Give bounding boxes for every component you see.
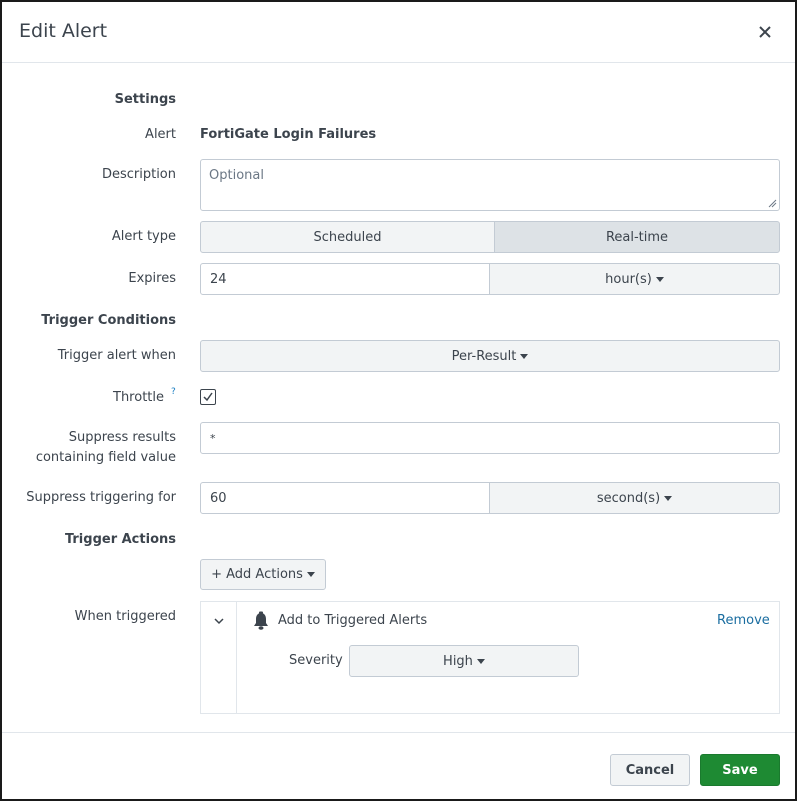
alert-name: FortiGate Login Failures	[200, 127, 377, 142]
alert-label: Alert	[145, 127, 176, 142]
resize-grip-icon[interactable]	[768, 199, 777, 208]
severity-dropdown[interactable]: High	[349, 645, 579, 677]
expires-input[interactable]: 24	[200, 263, 490, 295]
action-title: Add to Triggered Alerts	[278, 613, 428, 628]
suppress-period-label: Suppress triggering for	[26, 490, 176, 505]
description-field[interactable]: Optional	[200, 159, 780, 211]
action-toggle-column	[201, 602, 237, 713]
trigger-conditions-section-label: Trigger Conditions	[41, 313, 176, 328]
suppress-period-value: 60	[210, 490, 227, 506]
severity-label: Severity	[289, 653, 343, 668]
add-actions-label: + Add Actions	[211, 567, 303, 582]
description-label: Description	[101, 167, 176, 182]
when-triggered-label: When triggered	[74, 609, 176, 624]
expires-unit-dropdown[interactable]: hour(s)	[489, 263, 780, 295]
add-actions-button[interactable]: + Add Actions	[200, 559, 326, 590]
suppress-fields-value: *	[210, 431, 216, 445]
alert-type-label: Alert type	[111, 229, 176, 244]
caret-down-icon	[476, 658, 485, 664]
settings-section-label: Settings	[114, 92, 176, 107]
caret-down-icon	[664, 495, 673, 501]
suppress-period-unit-dropdown[interactable]: second(s)	[489, 482, 780, 514]
severity-value: High	[443, 653, 473, 669]
remove-action-link[interactable]: Remove	[717, 613, 770, 628]
description-placeholder: Optional	[209, 168, 264, 183]
trigger-when-value: Per-Result	[451, 348, 517, 364]
close-button[interactable]	[757, 24, 773, 40]
expires-unit-value: hour(s)	[605, 271, 652, 287]
chevron-down-icon[interactable]	[213, 616, 225, 626]
caret-down-icon	[655, 276, 664, 282]
throttle-label: Throttle	[113, 390, 164, 405]
modal-title: Edit Alert	[19, 20, 108, 42]
save-button[interactable]: Save	[700, 754, 780, 786]
expires-value: 24	[210, 271, 227, 287]
action-panel: Add to Triggered Alerts Remove Severity …	[200, 601, 780, 714]
expires-label: Expires	[128, 271, 176, 286]
close-icon	[759, 26, 771, 38]
suppress-period-unit-value: second(s)	[596, 490, 661, 506]
caret-down-icon	[306, 572, 315, 577]
trigger-when-label: Trigger alert when	[57, 348, 176, 363]
alert-type-scheduled-button[interactable]: Scheduled	[200, 221, 495, 253]
bell-icon	[254, 611, 268, 630]
throttle-help-icon[interactable]: ?	[171, 387, 176, 397]
edit-alert-modal: Edit Alert Settings Alert FortiGate Logi…	[0, 0, 797, 801]
alert-type-realtime-button[interactable]: Real-time	[494, 221, 780, 253]
cancel-button[interactable]: Cancel	[610, 754, 690, 786]
trigger-when-dropdown[interactable]: Per-Result	[200, 340, 780, 372]
modal-header: Edit Alert	[2, 2, 795, 63]
trigger-actions-section-label: Trigger Actions	[64, 532, 176, 547]
throttle-checkbox[interactable]	[200, 389, 216, 405]
suppress-fields-input[interactable]: *	[200, 422, 780, 454]
checkmark-icon	[203, 392, 213, 402]
caret-down-icon	[520, 353, 529, 359]
suppress-fields-label-line1: Suppress results	[68, 430, 176, 445]
suppress-period-input[interactable]: 60	[200, 482, 490, 514]
suppress-fields-label-line2: containing field value	[35, 450, 176, 465]
